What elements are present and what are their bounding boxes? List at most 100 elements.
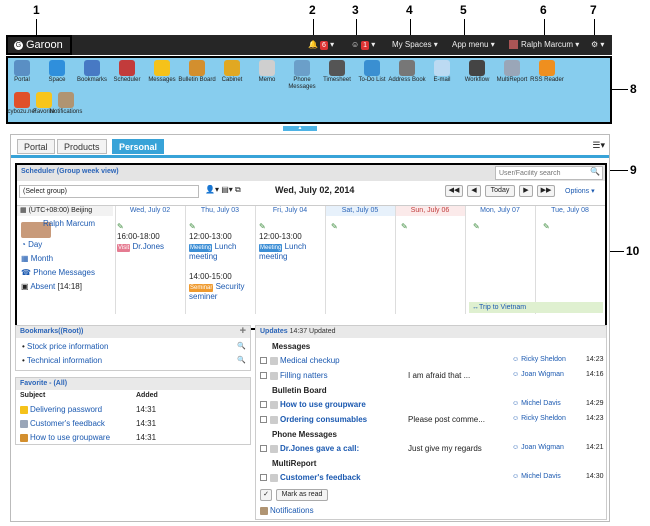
tab-personal[interactable]: Personal bbox=[112, 139, 165, 154]
row-checkbox[interactable] bbox=[260, 357, 267, 365]
app-timesheet[interactable]: Timesheet bbox=[317, 60, 357, 84]
app-notifications[interactable]: Notifications bbox=[46, 92, 86, 116]
app-rss-reader[interactable]: RSS Reader bbox=[527, 60, 567, 84]
user-menu[interactable]: Ralph Marcum ▾ bbox=[509, 35, 579, 55]
options-menu[interactable]: Options ▾ bbox=[565, 187, 595, 195]
add-event-icon[interactable]: ✎ bbox=[259, 222, 325, 232]
app-scheduler[interactable]: Scheduler bbox=[107, 60, 147, 84]
search-icon[interactable]: 🔍 bbox=[590, 167, 600, 176]
absent-status[interactable]: ▣ Absent [14:18] bbox=[21, 282, 82, 291]
favorite-item[interactable]: Delivering password bbox=[20, 405, 102, 414]
bookmark-item[interactable]: • Technical information bbox=[22, 356, 102, 365]
my-spaces-menu[interactable]: My Spaces ▾ bbox=[392, 35, 438, 55]
day-header[interactable]: Tue, July 08 bbox=[535, 206, 605, 216]
day-view-link[interactable]: ◔ Day bbox=[21, 240, 42, 249]
add-event-icon[interactable]: ✎ bbox=[401, 222, 408, 231]
scheduler-title[interactable]: Scheduler (Group week view) bbox=[21, 168, 119, 175]
group-select[interactable]: (Select group) bbox=[19, 185, 199, 198]
select-all-checkbox[interactable]: ✓ bbox=[260, 489, 272, 501]
row-checkbox[interactable] bbox=[260, 372, 267, 380]
day-header[interactable]: Thu, July 03 bbox=[185, 206, 255, 216]
update-row[interactable]: Customer's feedback ☺ Michel Davis 14:30 bbox=[260, 473, 604, 482]
next-day-button[interactable]: ▶ bbox=[519, 185, 533, 197]
app-workflow[interactable]: Workflow bbox=[457, 60, 497, 84]
app-menu[interactable]: App menu ▾ bbox=[452, 35, 495, 55]
favorite-item[interactable]: How to use groupware bbox=[20, 433, 110, 442]
mark-as-read-button[interactable]: Mark as read bbox=[276, 489, 328, 501]
row-checkbox[interactable] bbox=[260, 474, 267, 482]
event-seminar[interactable]: 14:00-15:00 Seminar Security seminer bbox=[189, 272, 255, 302]
day-column[interactable] bbox=[395, 206, 396, 314]
day-header[interactable]: Sun, July 06 bbox=[395, 206, 465, 216]
absent-time: [14:18] bbox=[57, 282, 82, 291]
day-column[interactable] bbox=[535, 206, 536, 314]
event-lunch-meeting-2[interactable]: ✎ 12:00-13:00 Meeting Lunch meeting bbox=[259, 222, 325, 262]
bookmark-item[interactable]: • Stock price information bbox=[22, 342, 108, 351]
day-header[interactable]: Sat, July 05 bbox=[325, 206, 395, 216]
update-row[interactable]: Ordering consumables Please post comme...… bbox=[260, 415, 604, 424]
prev-week-button[interactable]: ◀◀ bbox=[445, 185, 463, 197]
user-picker-icon[interactable]: 👤▾ ▤▾ ⧉ bbox=[205, 185, 241, 195]
favorite-title[interactable]: Favorite - (All) bbox=[20, 380, 67, 387]
update-row[interactable]: How to use groupware ☺ Michel Davis 14:29 bbox=[260, 400, 604, 409]
add-event-icon[interactable]: ✎ bbox=[543, 222, 550, 231]
app-messages[interactable]: Messages bbox=[142, 60, 182, 84]
settings-button[interactable]: ⚙ ▾ bbox=[591, 35, 604, 55]
app-portal[interactable]: Portal bbox=[2, 60, 42, 84]
garoon-logo[interactable]: G Garoon bbox=[6, 35, 72, 55]
update-row[interactable]: Dr.Jones gave a call: Just give my regard… bbox=[260, 444, 604, 453]
day-column[interactable] bbox=[185, 206, 186, 314]
app-multireport[interactable]: MultiReport bbox=[492, 60, 532, 84]
app-phone-messages[interactable]: Phone Messages bbox=[282, 60, 322, 91]
collapse-app-bar-button[interactable]: ▲ bbox=[283, 126, 317, 131]
update-row[interactable]: Medical checkup ☺ Ricky Sheldon 14:23 bbox=[260, 356, 604, 365]
bookmarks-title[interactable]: Bookmarks((Root)) bbox=[20, 328, 83, 335]
event-lunch-meeting[interactable]: ✎ 12:00-13:00 Meeting Lunch meeting bbox=[189, 222, 255, 262]
row-checkbox[interactable] bbox=[260, 416, 267, 424]
app-to-do-list[interactable]: To-Do List bbox=[352, 60, 392, 84]
app-e-mail[interactable]: E-mail bbox=[422, 60, 462, 84]
add-event-icon[interactable]: ✎ bbox=[473, 222, 480, 231]
phone-messages-link[interactable]: ☎ Phone Messages bbox=[21, 268, 95, 277]
app-space[interactable]: Space bbox=[37, 60, 77, 84]
favorite-item[interactable]: Customer's feedback bbox=[20, 419, 105, 428]
user-facility-search[interactable]: 🔍 bbox=[495, 166, 603, 180]
next-week-button[interactable]: ▶▶ bbox=[537, 185, 555, 197]
notification-button[interactable]: 🔔 6 ▾ bbox=[308, 35, 334, 55]
app-bulletin-board[interactable]: Bulletin Board bbox=[177, 60, 217, 84]
day-column[interactable] bbox=[255, 206, 256, 314]
prev-day-button[interactable]: ◀ bbox=[467, 185, 481, 197]
plus-icon[interactable]: + bbox=[240, 325, 246, 337]
presence-button[interactable]: ☺ 1 ▾ bbox=[351, 35, 375, 55]
month-view-link[interactable]: ▦ Month bbox=[21, 254, 53, 263]
search-input[interactable] bbox=[496, 167, 586, 179]
app-address-book[interactable]: Address Book bbox=[387, 60, 427, 84]
tab-portal[interactable]: Portal bbox=[17, 139, 55, 154]
schedule-user-name[interactable]: Ralph Marcum bbox=[43, 219, 95, 228]
row-checkbox[interactable] bbox=[260, 401, 267, 409]
event-visit[interactable]: ✎ 16:00-18:00 Visit Dr.Jones bbox=[117, 222, 164, 252]
day-column[interactable] bbox=[465, 206, 466, 314]
day-header[interactable]: Mon, July 07 bbox=[465, 206, 535, 216]
add-event-icon[interactable]: ✎ bbox=[189, 222, 255, 232]
today-button[interactable]: Today bbox=[485, 185, 515, 197]
add-event-icon[interactable]: ✎ bbox=[117, 222, 164, 232]
app-cabinet[interactable]: Cabinet bbox=[212, 60, 252, 84]
update-row[interactable]: Filling natters I am afraid that ... ☺ Joa… bbox=[260, 371, 604, 380]
app-memo[interactable]: Memo bbox=[247, 60, 287, 84]
app-bookmarks[interactable]: Bookmarks bbox=[72, 60, 112, 84]
add-event-icon[interactable]: ✎ bbox=[331, 222, 338, 231]
tab-products[interactable]: Products bbox=[57, 139, 107, 154]
day-column[interactable] bbox=[115, 206, 116, 314]
banner-event[interactable]: ↔Trip to Vietnam bbox=[469, 302, 603, 313]
list-menu-icon[interactable]: ☰▾ bbox=[592, 140, 605, 151]
notifications-link[interactable]: Notifications bbox=[260, 506, 314, 515]
row-checkbox[interactable] bbox=[260, 445, 267, 453]
day-column[interactable] bbox=[325, 206, 326, 314]
preview-icon[interactable]: 🔍 bbox=[237, 342, 246, 350]
day-header[interactable]: Wed, July 02 bbox=[115, 206, 185, 216]
updates-title[interactable]: Updates bbox=[260, 328, 288, 335]
updates-panel: Updates 14:37 Updated Messages Medical ch… bbox=[255, 325, 607, 520]
preview-icon[interactable]: 🔍 bbox=[237, 356, 246, 364]
day-header[interactable]: Fri, July 04 bbox=[255, 206, 325, 216]
